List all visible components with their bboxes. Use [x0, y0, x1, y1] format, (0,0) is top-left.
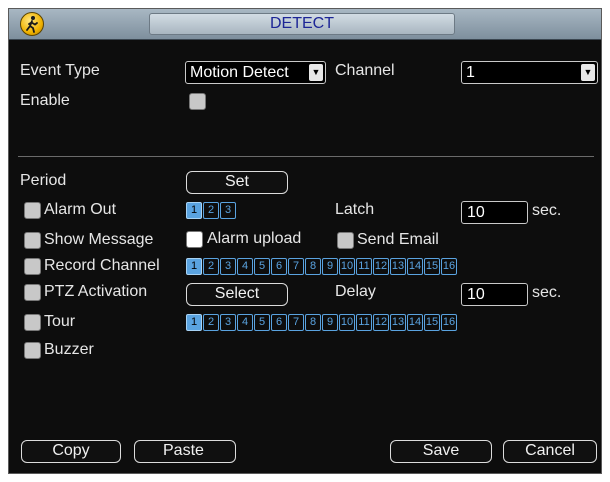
record-channel-13[interactable]: 13: [390, 258, 406, 275]
tour-channel-11[interactable]: 11: [356, 314, 372, 331]
record-channel-14[interactable]: 14: [407, 258, 423, 275]
separator: [18, 156, 594, 157]
record-channel-11[interactable]: 11: [356, 258, 372, 275]
record-channel-15[interactable]: 15: [424, 258, 440, 275]
latch-value: 10: [467, 204, 485, 221]
tour-channel-6[interactable]: 6: [271, 314, 287, 331]
title-bar: DETECT: [9, 9, 601, 40]
enable-label: Enable: [20, 92, 70, 109]
alarm-out-2[interactable]: 2: [203, 202, 219, 219]
delay-unit: sec.: [532, 284, 562, 301]
channel-value: 1: [466, 64, 475, 81]
send-email-label: Send Email: [357, 231, 439, 248]
event-type-select[interactable]: Motion Detect ▼: [185, 61, 326, 84]
alarm-upload-label: Alarm upload: [207, 230, 302, 247]
alarm-out-checkbox[interactable]: [24, 202, 41, 219]
chevron-down-icon[interactable]: ▼: [309, 64, 323, 81]
alarm-out-label: Alarm Out: [44, 201, 117, 218]
record-channel-4[interactable]: 4: [237, 258, 253, 275]
tour-channel-12[interactable]: 12: [373, 314, 389, 331]
tour-channel-16[interactable]: 16: [441, 314, 457, 331]
record-channel-checkbox[interactable]: [24, 258, 41, 275]
record-channel-2[interactable]: 2: [203, 258, 219, 275]
copy-button[interactable]: Copy: [21, 440, 121, 463]
send-email-checkbox[interactable]: [337, 232, 354, 249]
buzzer-label: Buzzer: [44, 341, 94, 358]
record-channel-9[interactable]: 9: [322, 258, 338, 275]
latch-label: Latch: [335, 201, 375, 218]
record-channel-1[interactable]: 1: [186, 258, 202, 275]
tour-channel-8[interactable]: 8: [305, 314, 321, 331]
tour-channel-4[interactable]: 4: [237, 314, 253, 331]
alarm-out-3[interactable]: 3: [220, 202, 236, 219]
save-button[interactable]: Save: [390, 440, 492, 463]
period-set-button[interactable]: Set: [186, 171, 288, 194]
buzzer-checkbox[interactable]: [24, 342, 41, 359]
record-channel-label: Record Channel: [44, 257, 160, 274]
record-channel-5[interactable]: 5: [254, 258, 270, 275]
tour-channel-2[interactable]: 2: [203, 314, 219, 331]
tour-channel-1[interactable]: 1: [186, 314, 202, 331]
record-channel-7[interactable]: 7: [288, 258, 304, 275]
tour-channel-10[interactable]: 10: [339, 314, 355, 331]
tour-channel-9[interactable]: 9: [322, 314, 338, 331]
tour-channel-list: 1 2 3 4 5 6 7 8 9 10 11 12 13 14 15 16: [186, 314, 457, 331]
chevron-down-icon[interactable]: ▼: [581, 64, 595, 81]
walking-person-icon: [20, 12, 44, 36]
latch-unit: sec.: [532, 202, 562, 219]
tour-channel-14[interactable]: 14: [407, 314, 423, 331]
record-channel-list: 1 2 3 4 5 6 7 8 9 10 11 12 13 14 15 16: [186, 258, 457, 275]
event-type-value: Motion Detect: [190, 64, 289, 81]
cancel-button[interactable]: Cancel: [503, 440, 597, 463]
show-message-checkbox[interactable]: [24, 232, 41, 249]
record-channel-3[interactable]: 3: [220, 258, 236, 275]
record-channel-6[interactable]: 6: [271, 258, 287, 275]
record-channel-10[interactable]: 10: [339, 258, 355, 275]
ptz-select-button[interactable]: Select: [186, 283, 288, 306]
alarm-out-1[interactable]: 1: [186, 202, 202, 219]
tour-channel-3[interactable]: 3: [220, 314, 236, 331]
ptz-activation-checkbox[interactable]: [24, 284, 41, 301]
alarm-upload-checkbox[interactable]: [186, 231, 203, 248]
channel-label: Channel: [335, 62, 395, 79]
record-channel-8[interactable]: 8: [305, 258, 321, 275]
tour-channel-13[interactable]: 13: [390, 314, 406, 331]
tour-checkbox[interactable]: [24, 314, 41, 331]
record-channel-12[interactable]: 12: [373, 258, 389, 275]
record-channel-16[interactable]: 16: [441, 258, 457, 275]
delay-input[interactable]: 10: [461, 283, 528, 306]
enable-checkbox[interactable]: [189, 93, 206, 110]
delay-value: 10: [467, 286, 485, 303]
tour-channel-5[interactable]: 5: [254, 314, 270, 331]
channel-select[interactable]: 1 ▼: [461, 61, 598, 84]
alarm-out-outputs: 1 2 3: [186, 202, 236, 219]
tour-channel-15[interactable]: 15: [424, 314, 440, 331]
tour-label: Tour: [44, 313, 76, 330]
window-title: DETECT: [149, 13, 455, 35]
ptz-activation-label: PTZ Activation: [44, 283, 148, 300]
delay-label: Delay: [335, 283, 376, 300]
show-message-label: Show Message: [44, 231, 154, 248]
paste-button[interactable]: Paste: [134, 440, 236, 463]
detect-dialog: DETECT Event Type Motion Detect ▼ Channe…: [8, 8, 602, 474]
tour-channel-7[interactable]: 7: [288, 314, 304, 331]
latch-input[interactable]: 10: [461, 201, 528, 224]
event-type-label: Event Type: [20, 62, 100, 79]
period-label: Period: [20, 172, 67, 189]
